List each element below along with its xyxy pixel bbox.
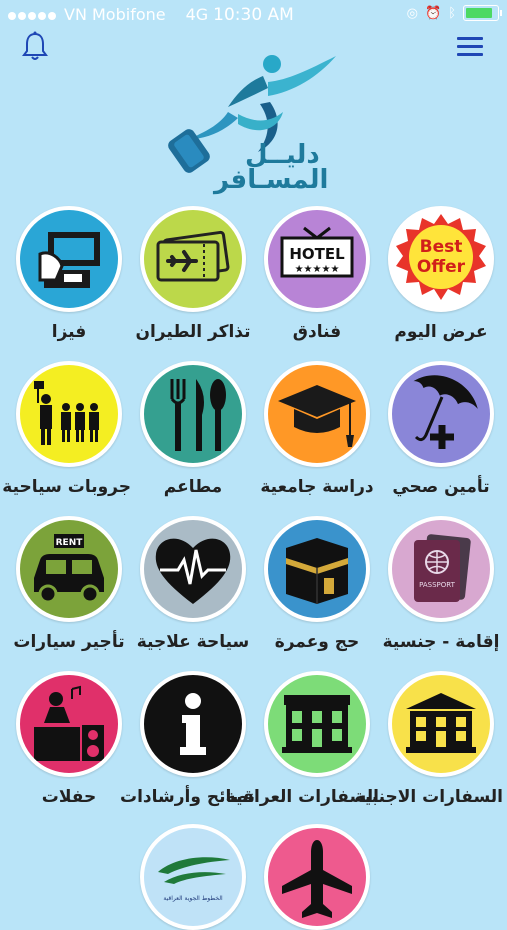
flight-ticket-icon bbox=[140, 206, 246, 312]
tile-university-study[interactable]: دراسة جامعية bbox=[255, 361, 379, 497]
svg-text:PASSPORT: PASSPORT bbox=[419, 581, 456, 589]
tile-label: تأمين صحي bbox=[392, 477, 490, 497]
tile-parties[interactable]: حفلات bbox=[7, 671, 131, 807]
party-icon bbox=[16, 671, 122, 777]
tile-flight-tickets[interactable]: تذاكر الطيران bbox=[131, 206, 255, 342]
umbrella-icon bbox=[388, 361, 494, 467]
tile-tips-guidance[interactable]: نصائح وأرشادات bbox=[120, 671, 255, 807]
visa-icon bbox=[16, 206, 122, 312]
tile-medical-tourism[interactable]: سياحة علاجية bbox=[131, 516, 255, 652]
tile-visa[interactable]: فيزا bbox=[7, 206, 131, 342]
tile-label: جروبات سياحية bbox=[2, 477, 131, 497]
airplane-icon bbox=[264, 824, 370, 930]
tile-label: نصائح وأرشادات bbox=[120, 787, 255, 807]
tile-iraqi-airways[interactable]: الخطوط الجوية العراقية bbox=[131, 824, 255, 930]
foreign-embassy-icon bbox=[388, 671, 494, 777]
info-icon bbox=[140, 671, 246, 777]
tile-label: حج وعمرة bbox=[274, 632, 360, 652]
passport-icon: PASSPORT bbox=[388, 516, 494, 622]
svg-text:الخطوط الجوية العراقية: الخطوط الجوية العراقية bbox=[163, 895, 223, 902]
tile-car-rental[interactable]: RENT تأجير سيارات bbox=[7, 516, 131, 652]
best-offer-icon: Best Offer bbox=[388, 206, 494, 312]
svg-text:★★★★★: ★★★★★ bbox=[295, 264, 340, 275]
kaaba-icon bbox=[264, 516, 370, 622]
tile-tour-groups[interactable]: جروبات سياحية bbox=[2, 361, 131, 497]
tile-iraqi-embassies[interactable]: السفارات العراقية bbox=[225, 671, 379, 807]
lock-rotation-icon: ◎ bbox=[406, 5, 418, 21]
tile-residence-nationality[interactable]: PASSPORT إقامة - جنسية bbox=[379, 516, 503, 652]
iraqi-airways-icon: الخطوط الجوية العراقية bbox=[140, 824, 246, 930]
tile-label: تأجير سيارات bbox=[13, 632, 125, 652]
iraqi-embassy-icon bbox=[264, 671, 370, 777]
tile-label: حفلات bbox=[41, 787, 97, 807]
tile-label: فيزا bbox=[51, 322, 87, 342]
tile-label: سياحة علاجية bbox=[136, 632, 250, 652]
heart-rate-icon bbox=[140, 516, 246, 622]
svg-text:HOTEL: HOTEL bbox=[289, 245, 345, 263]
tile-airplane[interactable] bbox=[255, 824, 379, 930]
tile-label: السفارات العراقية bbox=[225, 787, 379, 807]
tile-label: عرض اليوم bbox=[394, 322, 488, 342]
svg-text:Best: Best bbox=[420, 237, 463, 257]
tile-label: إقامة - جنسية bbox=[382, 632, 500, 652]
battery-icon bbox=[463, 5, 502, 21]
restaurant-icon bbox=[140, 361, 246, 467]
tile-hotels[interactable]: HOTEL ★★★★★ فنادق bbox=[255, 206, 379, 342]
svg-text:RENT: RENT bbox=[56, 538, 84, 548]
tile-foreign-embassies[interactable]: السفارات الاجنبية bbox=[354, 671, 503, 807]
bluetooth-icon: ᛒ bbox=[448, 5, 456, 21]
tile-today-offer[interactable]: Best Offer عرض اليوم bbox=[379, 206, 503, 342]
tile-label: مطاعم bbox=[163, 477, 223, 497]
tile-health-insurance[interactable]: تأمين صحي bbox=[379, 361, 503, 497]
tour-group-icon bbox=[16, 361, 122, 467]
tile-label: السفارات الاجنبية bbox=[354, 787, 503, 807]
rent-car-icon: RENT bbox=[16, 516, 122, 622]
hotel-icon: HOTEL ★★★★★ bbox=[264, 206, 370, 312]
alarm-icon: ⏰ bbox=[425, 5, 442, 21]
tile-label: فنادق bbox=[292, 322, 342, 342]
logo-title-line2: المسـافر bbox=[214, 165, 329, 195]
hamburger-menu-icon[interactable] bbox=[457, 37, 483, 59]
bell-icon[interactable] bbox=[18, 30, 52, 64]
tile-restaurants[interactable]: مطاعم bbox=[131, 361, 255, 497]
tile-label: دراسة جامعية bbox=[260, 477, 374, 497]
svg-text:Offer: Offer bbox=[417, 257, 466, 277]
status-bar: VN Mobifone 4G 10:30 AM ◎ ⏰ ᛒ bbox=[0, 0, 507, 30]
tile-hajj-umrah[interactable]: حج وعمرة bbox=[255, 516, 379, 652]
tile-label: تذاكر الطيران bbox=[135, 322, 251, 342]
graduation-cap-icon bbox=[264, 361, 370, 467]
